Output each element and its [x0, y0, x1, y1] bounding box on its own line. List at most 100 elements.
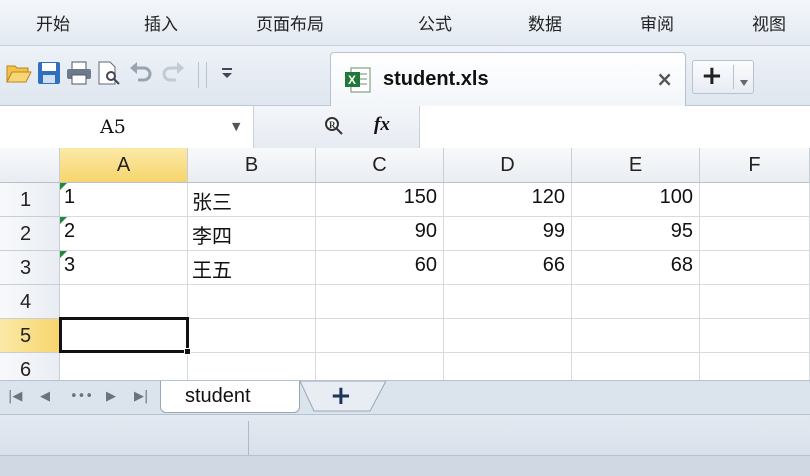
sheet-tab-bar: |◀ ◀ ••• ▶ ▶| student +: [0, 380, 810, 414]
more-sheets-icon[interactable]: •••: [70, 389, 93, 404]
save-icon[interactable]: [36, 60, 62, 86]
cell-e5[interactable]: [572, 319, 700, 353]
cell-b6[interactable]: [188, 353, 316, 380]
plus-icon: +: [330, 381, 352, 411]
cell-b5[interactable]: [188, 319, 316, 353]
cell-d4[interactable]: [444, 285, 572, 319]
print-icon[interactable]: [66, 60, 92, 86]
cell-d5[interactable]: [444, 319, 572, 353]
cell-a2[interactable]: 2: [60, 217, 188, 251]
cell-d2[interactable]: 99: [444, 217, 572, 251]
column-header-e[interactable]: E: [572, 148, 700, 183]
formula-bar: A5 ▼ R fx: [0, 106, 810, 148]
cell-b3[interactable]: 王五: [188, 251, 316, 285]
cell-d1[interactable]: 120: [444, 183, 572, 217]
cell-a1[interactable]: 1: [60, 183, 188, 217]
menu-view[interactable]: 视图: [752, 10, 786, 35]
number-as-text-marker-icon: [60, 183, 67, 190]
status-bar: [0, 414, 810, 476]
cell-b1[interactable]: 张三: [188, 183, 316, 217]
cell-e3[interactable]: 68: [572, 251, 700, 285]
cell-c5[interactable]: [316, 319, 444, 353]
cell-d6[interactable]: [444, 353, 572, 380]
cell-f3[interactable]: [700, 251, 810, 285]
menu-review[interactable]: 审阅: [640, 10, 674, 35]
next-sheet-icon[interactable]: ▶: [106, 389, 116, 404]
row-header-4[interactable]: 4: [0, 285, 60, 319]
menu-home[interactable]: 开始: [36, 10, 70, 35]
menu-formulas[interactable]: 公式: [418, 10, 452, 35]
close-tab-icon[interactable]: ×: [656, 67, 673, 91]
last-sheet-icon[interactable]: ▶|: [134, 389, 148, 404]
plus-icon: +: [701, 61, 723, 91]
cell-c6[interactable]: [316, 353, 444, 380]
formula-input[interactable]: [420, 106, 810, 148]
row-header-2[interactable]: 2: [0, 217, 60, 251]
menu-bar: 开始 插入 页面布局 公式 数据 审阅 视图: [0, 0, 810, 46]
spreadsheet-grid: A B C D E F 1 2 3 4 5 6 1 张三 150 120 100 2 李四 9…: [0, 148, 810, 380]
select-all-corner[interactable]: [0, 148, 60, 183]
add-sheet-button[interactable]: +: [299, 380, 387, 413]
cell-f4[interactable]: [700, 285, 810, 319]
number-as-text-marker-icon: [60, 251, 67, 258]
menu-data[interactable]: 数据: [528, 10, 562, 35]
row-header-5[interactable]: 5: [0, 319, 60, 353]
sheet-tab-student[interactable]: student: [160, 381, 300, 413]
undo-icon[interactable]: [128, 60, 154, 86]
cell-b2[interactable]: 李四: [188, 217, 316, 251]
first-sheet-icon[interactable]: |◀: [8, 389, 22, 404]
chevron-down-icon[interactable]: [739, 72, 749, 91]
column-header-b[interactable]: B: [188, 148, 316, 183]
new-tab-button[interactable]: +: [692, 60, 754, 94]
print-preview-icon[interactable]: [96, 60, 122, 86]
prev-sheet-icon[interactable]: ◀: [40, 389, 50, 404]
column-header-a[interactable]: A: [60, 148, 188, 183]
cell-a4[interactable]: [60, 285, 188, 319]
menu-page-layout[interactable]: 页面布局: [256, 10, 324, 35]
toolbar-separator: [206, 62, 207, 88]
cell-c2[interactable]: 90: [316, 217, 444, 251]
row-header-1[interactable]: 1: [0, 183, 60, 217]
cell-f6[interactable]: [700, 353, 810, 380]
row-header-3[interactable]: 3: [0, 251, 60, 285]
cell-e1[interactable]: 100: [572, 183, 700, 217]
toolbar-separator: [198, 62, 199, 88]
number-as-text-marker-icon: [60, 217, 67, 224]
svg-text:R: R: [329, 120, 336, 130]
cell-f1[interactable]: [700, 183, 810, 217]
cell-c1[interactable]: 150: [316, 183, 444, 217]
insert-function-icon[interactable]: fx: [374, 114, 390, 136]
button-divider: [733, 65, 734, 89]
row-header-6[interactable]: 6: [0, 353, 60, 380]
cell-e4[interactable]: [572, 285, 700, 319]
cell-e2[interactable]: 95: [572, 217, 700, 251]
cell-c3[interactable]: 60: [316, 251, 444, 285]
cell-a3[interactable]: 3: [60, 251, 188, 285]
cell-c4[interactable]: [316, 285, 444, 319]
tab-title: student.xls: [383, 68, 489, 90]
fill-handle[interactable]: [184, 348, 191, 355]
column-header-f[interactable]: F: [700, 148, 810, 183]
document-tab[interactable]: X student.xls ×: [330, 52, 686, 106]
cell-a6[interactable]: [60, 353, 188, 380]
column-header-d[interactable]: D: [444, 148, 572, 183]
name-box-value: A5: [100, 116, 126, 138]
redo-icon[interactable]: [160, 60, 186, 86]
svg-text:X: X: [348, 73, 356, 87]
cell-f2[interactable]: [700, 217, 810, 251]
excel-file-icon: X: [345, 67, 371, 97]
chevron-down-icon[interactable]: ▼: [232, 120, 240, 133]
column-header-c[interactable]: C: [316, 148, 444, 183]
cell-e6[interactable]: [572, 353, 700, 380]
cell-b4[interactable]: [188, 285, 316, 319]
cell-f5[interactable]: [700, 319, 810, 353]
open-folder-icon[interactable]: [6, 60, 32, 86]
customize-dropdown-icon[interactable]: [214, 60, 240, 86]
active-cell-border[interactable]: [59, 317, 191, 355]
menu-insert[interactable]: 插入: [144, 10, 178, 35]
name-box[interactable]: A5 ▼: [0, 106, 254, 148]
cell-d3[interactable]: 66: [444, 251, 572, 285]
status-bottom-strip: [0, 455, 810, 476]
sheet-tab-label: student: [185, 385, 251, 407]
zoom-formula-icon[interactable]: R: [324, 116, 344, 140]
